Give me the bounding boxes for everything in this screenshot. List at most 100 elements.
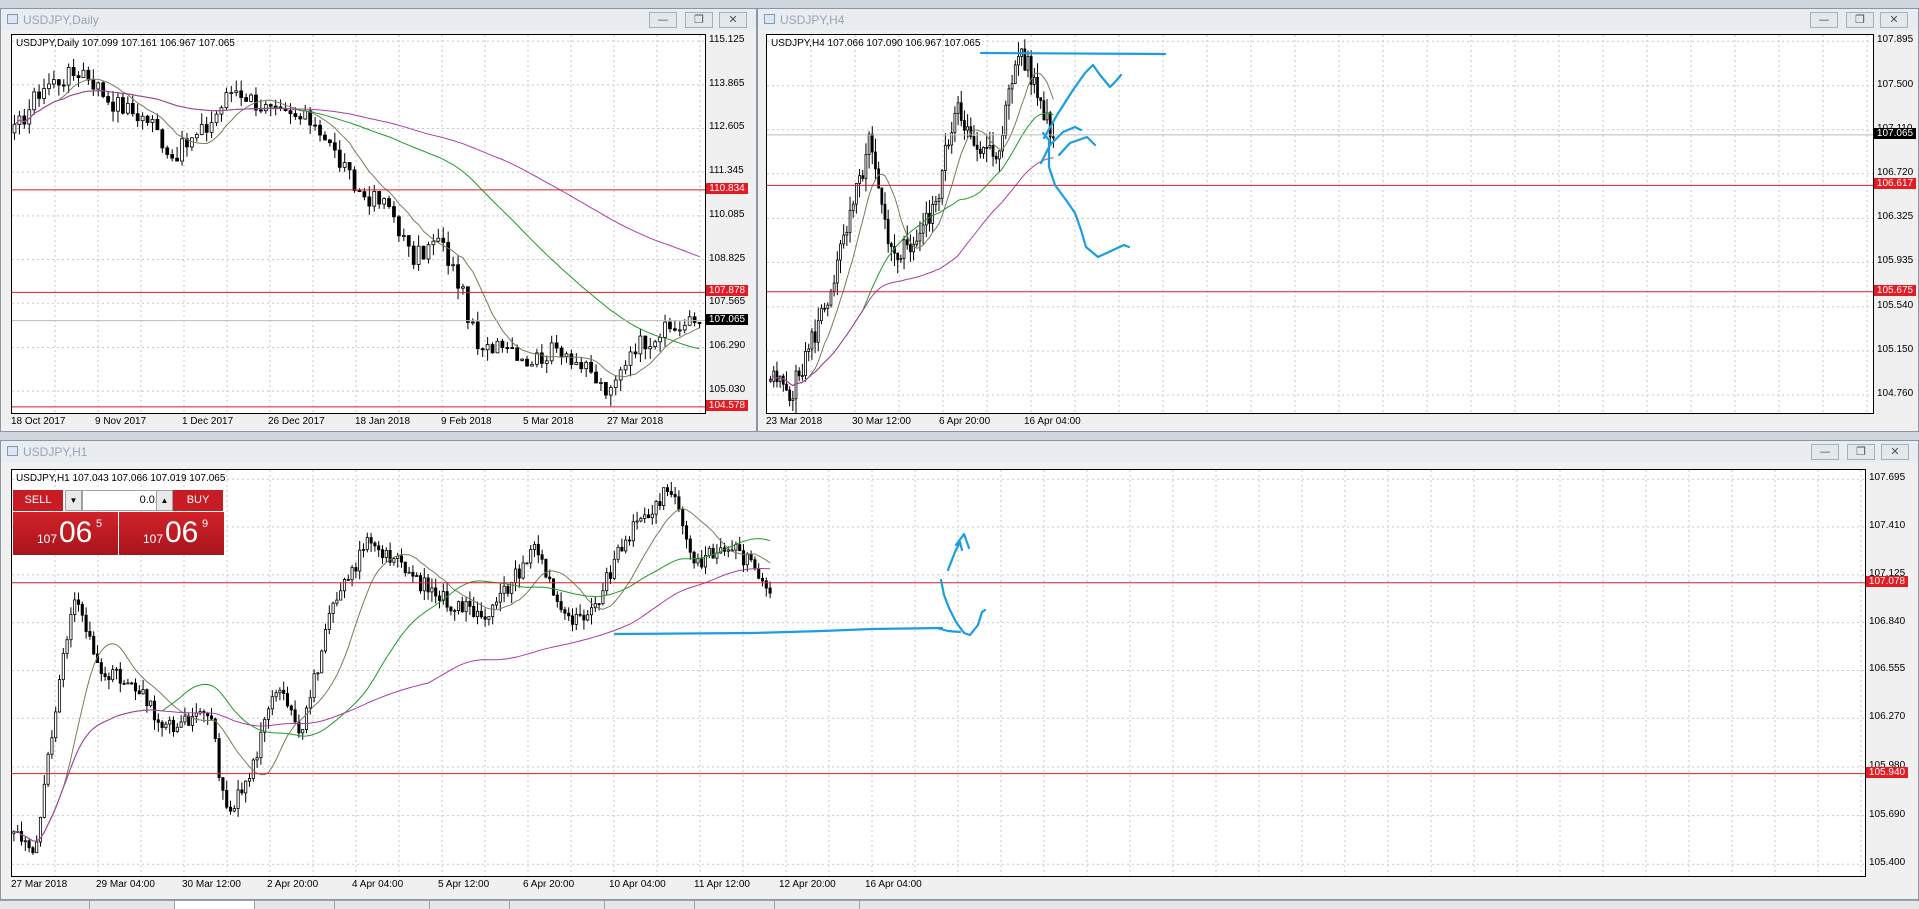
candle — [22, 108, 27, 129]
h1-price-axis[interactable]: 107.695 107.410 107.125 106.840 106.555 106.2… — [1866, 469, 1918, 877]
candle — [950, 121, 954, 154]
candle — [631, 514, 635, 547]
candle — [388, 542, 392, 566]
candle — [956, 96, 960, 126]
lot-size-input[interactable]: 0.01 — [82, 490, 166, 511]
candle — [896, 252, 900, 274]
sell-button[interactable]: SELL — [13, 490, 63, 511]
candle — [99, 658, 103, 682]
candle — [145, 688, 149, 713]
candle — [190, 707, 195, 732]
candle — [303, 104, 308, 120]
close-button[interactable]: ✕ — [1880, 12, 1908, 28]
candle — [684, 520, 689, 549]
daily-window-titlebar[interactable]: USDJPY,Daily — ❐ ✕ — [1, 9, 756, 31]
daily-time-axis: 18 Oct 2017 9 Nov 2017 1 Dec 2017 26 Dec 20… — [11, 414, 706, 429]
candle — [1023, 39, 1027, 71]
candle — [525, 562, 529, 565]
candle — [47, 73, 51, 96]
candle — [963, 110, 966, 140]
candle — [677, 321, 682, 337]
price-tick-label: 105.030 — [709, 384, 746, 396]
sell-price-box[interactable]: 107 06 5 — [13, 512, 118, 555]
candle — [715, 544, 719, 565]
close-button[interactable]: ✕ — [719, 12, 747, 28]
candle — [73, 592, 77, 622]
candle — [140, 112, 145, 130]
minimize-button[interactable]: — — [649, 12, 677, 28]
h4-chart-svg[interactable] — [767, 35, 1873, 413]
candle — [475, 601, 480, 625]
candle — [328, 138, 332, 147]
trend-drawing[interactable] — [935, 626, 962, 634]
candle — [69, 607, 73, 648]
candle — [437, 590, 442, 609]
buy-price-box[interactable]: 107 06 9 — [119, 512, 224, 555]
restore-button[interactable]: ❐ — [1847, 444, 1875, 460]
restore-button[interactable]: ❐ — [1846, 12, 1874, 28]
lot-increase-button[interactable]: ▲ — [156, 490, 173, 511]
candle — [96, 81, 101, 97]
candle — [530, 361, 534, 367]
trend-drawing[interactable] — [613, 626, 944, 636]
close-button[interactable]: ✕ — [1881, 444, 1909, 460]
candle — [567, 607, 571, 621]
level-price-label: 107.078 — [1866, 575, 1908, 587]
trend-drawing[interactable] — [1057, 135, 1097, 157]
daily-chart-svg[interactable] — [12, 35, 705, 413]
candle — [468, 591, 472, 616]
candle — [975, 131, 979, 162]
candle — [902, 235, 906, 270]
candle — [532, 541, 537, 557]
candle — [65, 636, 69, 659]
candle — [494, 597, 499, 609]
buy-button[interactable]: BUY — [173, 490, 223, 511]
candle — [61, 79, 66, 92]
candle — [214, 111, 219, 127]
candle — [991, 131, 995, 167]
trend-drawing[interactable] — [1041, 131, 1131, 259]
minimize-button[interactable]: — — [1811, 444, 1839, 460]
candle — [171, 716, 176, 737]
candle — [703, 546, 708, 575]
h4-window-titlebar[interactable]: USDJPY,H4 — ❐ ✕ — [758, 9, 1918, 31]
candle — [861, 169, 865, 182]
candle — [711, 543, 715, 559]
restore-button[interactable]: ❐ — [685, 12, 713, 28]
trend-drawing[interactable] — [946, 540, 964, 572]
candle — [118, 662, 122, 693]
h4-price-axis[interactable]: 107.895107.500107.110106.720106.325105.9… — [1874, 34, 1918, 414]
candle — [377, 190, 382, 209]
trend-drawing[interactable] — [939, 578, 987, 637]
candle — [855, 182, 858, 214]
candle — [31, 846, 35, 855]
buy-price-big: 06 — [165, 516, 199, 549]
minimize-button[interactable]: — — [1810, 12, 1838, 28]
level-price-label: 106.617 — [1874, 178, 1916, 190]
h4-chart-area[interactable]: USDJPY,H4 107.066 107.090 106.967 107.06… — [766, 34, 1874, 414]
h1-window-titlebar[interactable]: USDJPY,H1 — ❐ ✕ — [1, 441, 1918, 463]
h1-chart-area[interactable]: USDJPY,H1 107.043 107.066 107.019 107.06… — [11, 469, 1866, 877]
candle — [313, 117, 317, 131]
level-price-label: 107.878 — [706, 285, 748, 297]
trend-drawing[interactable] — [979, 51, 1167, 56]
chart-window-icon — [7, 14, 18, 24]
h1-chart-svg[interactable] — [12, 470, 1865, 876]
candle — [86, 66, 91, 85]
daily-chart-area[interactable]: USDJPY,Daily 107.099 107.161 106.967 107… — [11, 34, 706, 414]
candle — [584, 360, 589, 378]
h1-chart-window: USDJPY,H1 — ❐ ✕ USDJPY,H1 107.043 107.06… — [0, 440, 1919, 900]
candle — [982, 146, 985, 159]
trend-drawing[interactable] — [1042, 63, 1123, 140]
candle — [749, 550, 753, 563]
candle — [228, 800, 233, 815]
lot-decrease-button[interactable]: ▼ — [65, 490, 82, 511]
candle — [485, 337, 490, 361]
candle — [909, 234, 912, 262]
daily-price-axis[interactable]: 115.125 113.865 112.605 111.345 110.085 108.8… — [706, 34, 756, 414]
candle — [1052, 123, 1055, 148]
candle — [71, 59, 76, 81]
candle — [125, 96, 130, 116]
daily-chart-info: USDJPY,Daily 107.099 107.161 106.967 107… — [16, 38, 235, 49]
candle — [781, 373, 785, 392]
